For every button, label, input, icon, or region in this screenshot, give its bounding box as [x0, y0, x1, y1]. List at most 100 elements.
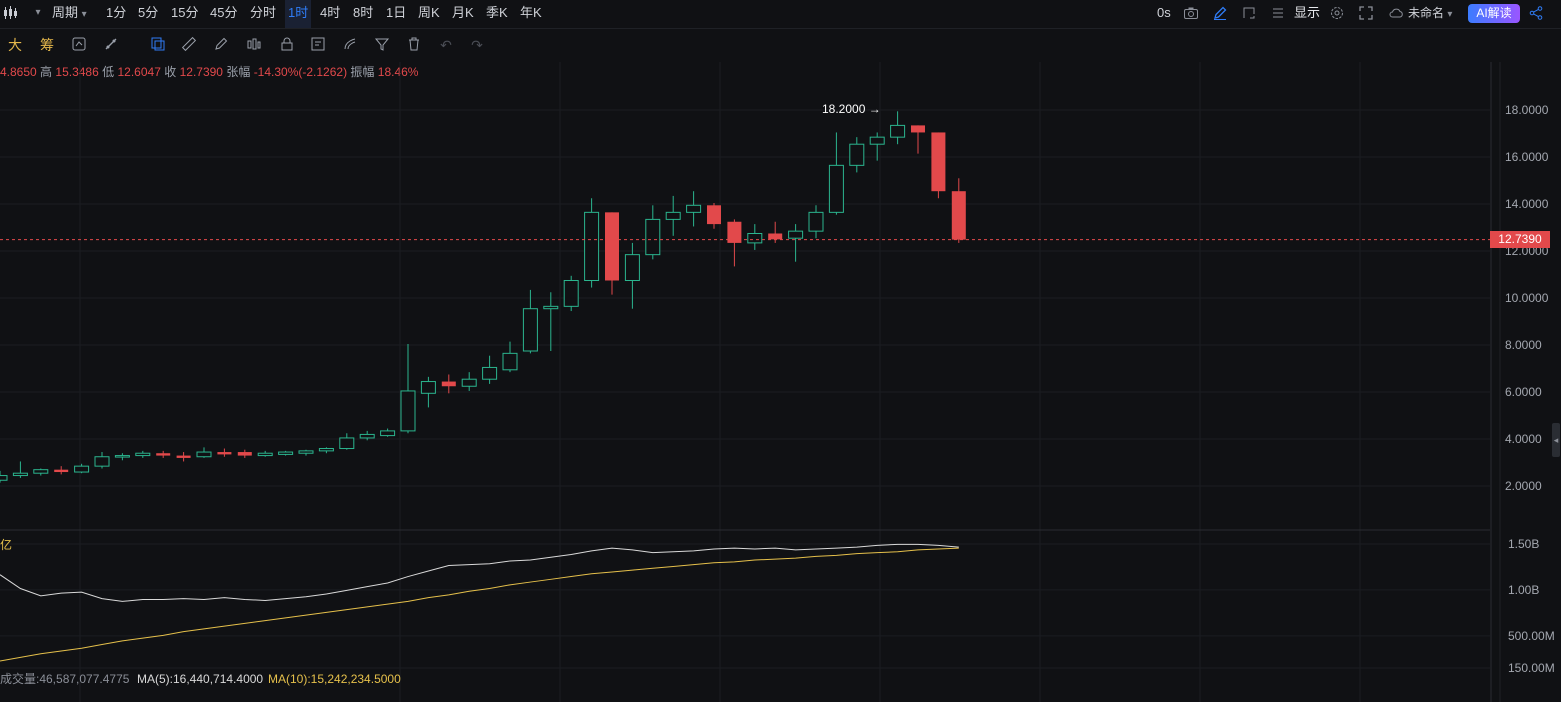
candle	[482, 355, 498, 384]
candle	[828, 132, 844, 215]
candle	[788, 224, 804, 262]
interval-week[interactable]: 周K	[418, 0, 440, 28]
interval-1d[interactable]: 1日	[386, 0, 406, 28]
ai-interpret-button[interactable]: AI解读	[1468, 4, 1520, 23]
candle	[502, 341, 518, 373]
price-chart[interactable]: 18.000016.000014.000012.000010.00008.000…	[0, 62, 1561, 702]
panel-collapse-handle[interactable]: ◂	[1552, 423, 1560, 457]
ruler-icon[interactable]	[180, 36, 198, 54]
candle-body	[584, 211, 600, 282]
candle-body	[359, 433, 375, 439]
ma10-value: MA(10):15,242,234.5000	[268, 672, 401, 686]
interval-4h[interactable]: 4时	[320, 0, 340, 28]
candle-body	[74, 465, 90, 473]
undo-icon[interactable]: ↶	[437, 36, 455, 54]
period-dropdown[interactable]: 周期 ▾	[52, 0, 87, 28]
price-tick-label: 6.0000	[1505, 385, 1542, 399]
candle-body	[278, 451, 294, 455]
chevron-down-icon: ▾	[81, 9, 87, 20]
price-tick-label: 16.0000	[1505, 150, 1549, 164]
ma10-line	[0, 547, 959, 662]
list-icon[interactable]	[1270, 5, 1286, 21]
interval-1m[interactable]: 1分	[106, 0, 126, 28]
high-marker: 18.2000 →	[822, 102, 881, 116]
candle	[543, 292, 559, 351]
candle	[217, 448, 232, 457]
candle-body	[869, 136, 885, 145]
candlestick-icon[interactable]	[2, 5, 18, 21]
window-icon[interactable]	[1241, 5, 1257, 21]
candle	[522, 289, 538, 354]
workspace-dropdown[interactable]: 未命名 ▾	[1408, 0, 1452, 28]
interval-45m[interactable]: 45分	[210, 0, 237, 28]
candle	[0, 470, 8, 483]
candle-body	[849, 143, 865, 166]
candle	[176, 452, 191, 462]
chevron-down-icon[interactable]: ▾	[30, 5, 46, 21]
candle	[257, 450, 273, 457]
candle-body	[114, 455, 130, 458]
candle	[951, 178, 966, 243]
candle-body	[563, 280, 579, 307]
volume-value: 成交量:46,587,077.4775	[0, 672, 130, 686]
bars-icon[interactable]	[245, 36, 263, 54]
chip-distribution-button[interactable]: 筹	[38, 36, 56, 54]
candle-body	[522, 308, 538, 352]
candle	[298, 449, 314, 456]
redo-icon[interactable]: ↷	[468, 36, 486, 54]
interval-quarter[interactable]: 季K	[486, 0, 508, 28]
lock-icon[interactable]	[278, 36, 296, 54]
candle	[278, 450, 294, 456]
candle-body	[828, 164, 844, 213]
note-icon[interactable]	[309, 36, 327, 54]
fullscreen-icon[interactable]	[1358, 5, 1374, 21]
share-icon[interactable]	[1528, 5, 1544, 21]
interval-8h[interactable]: 8时	[353, 0, 373, 28]
candle	[808, 205, 824, 239]
candle	[237, 449, 252, 458]
candle-body	[502, 352, 518, 371]
candle-body	[156, 453, 171, 456]
candle	[624, 242, 640, 309]
candle	[196, 447, 212, 458]
interval-month[interactable]: 月K	[452, 0, 474, 28]
camera-icon[interactable]	[1183, 5, 1199, 21]
interval-1h[interactable]: 1时	[285, 0, 312, 28]
display-button[interactable]: 显示	[1294, 0, 1320, 28]
price-tick-label: 10.0000	[1505, 291, 1549, 305]
cloud-icon	[1388, 5, 1404, 21]
filter-icon[interactable]	[373, 36, 391, 54]
interval-year[interactable]: 年K	[520, 0, 542, 28]
candle-body	[217, 452, 232, 455]
candle-body	[441, 381, 456, 387]
price-tick-label: 14.0000	[1505, 197, 1549, 211]
candle-body	[380, 430, 396, 437]
pen-icon[interactable]	[212, 36, 230, 54]
candle-body	[298, 450, 314, 454]
interval-timeshare[interactable]: 分时	[250, 0, 276, 28]
trash-icon[interactable]	[405, 36, 423, 54]
compare-icon[interactable]	[70, 36, 88, 54]
line-tool-icon[interactable]	[102, 36, 120, 54]
settings-icon[interactable]	[1329, 5, 1345, 21]
candle-body	[747, 233, 763, 244]
ma5-line	[0, 543, 959, 602]
candle	[869, 132, 885, 161]
candle-body	[645, 218, 661, 256]
big-order-button[interactable]: 大	[6, 36, 24, 54]
interval-15m[interactable]: 15分	[171, 0, 198, 28]
copy-icon[interactable]	[149, 36, 167, 54]
current-price-tag: 12.7390	[1490, 231, 1550, 248]
candle-body	[808, 211, 824, 232]
top-toolbar: ▾ 周期 ▾ 1分 5分 15分 45分 分时 1时 4时 8时 1日 周K 月…	[0, 0, 1561, 29]
candle-body	[686, 204, 702, 213]
drawing-toolbar: 大 筹 ↶ ↷	[0, 28, 1561, 62]
candle	[12, 461, 28, 478]
interval-5m[interactable]: 5分	[138, 0, 158, 28]
pencil-icon[interactable]	[1212, 5, 1228, 21]
candle	[461, 372, 477, 391]
magnet-icon[interactable]	[341, 36, 359, 54]
candle-body	[951, 191, 966, 240]
volume-tick-label: 150.00M	[1508, 661, 1555, 675]
countdown-label: 0s	[1157, 5, 1171, 20]
